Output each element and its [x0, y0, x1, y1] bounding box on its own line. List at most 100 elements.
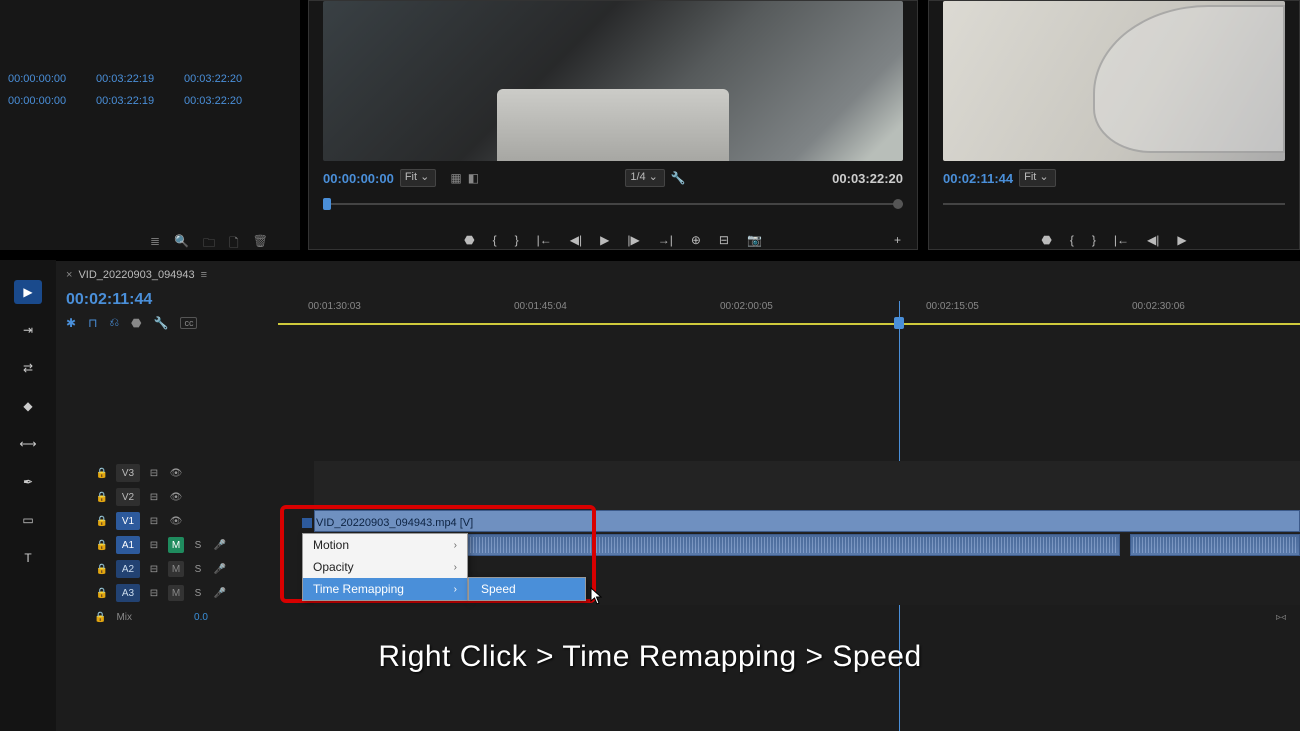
mute-button[interactable]: M — [168, 585, 184, 601]
toggle-output-icon[interactable]: ⊟ — [146, 564, 162, 575]
menu-time-remapping[interactable]: Time Remapping› — [303, 578, 467, 600]
source-scrubber[interactable] — [323, 195, 903, 213]
solo-button[interactable]: S — [190, 588, 206, 599]
toggle-output-icon[interactable]: ⊟ — [146, 540, 162, 551]
menu-icon[interactable]: ≡ — [201, 269, 207, 281]
sequence-tab[interactable]: × VID_20220903_094943 ≡ — [66, 269, 207, 281]
search-icon[interactable]: 🔍 — [174, 234, 189, 255]
program-media-view[interactable] — [943, 1, 1285, 161]
submenu-speed[interactable]: Speed — [469, 578, 585, 600]
play-button[interactable]: ▶ — [1177, 233, 1186, 247]
go-to-in-button[interactable]: |← — [537, 233, 552, 247]
source-monitor: 00:00:00:00 Fit ⌄ ▦ ◧ 1/4 ⌄ 🔧 00:03:22:2… — [308, 0, 918, 250]
table-row[interactable]: 00:00:00:00 00:03:22:19 00:03:22:20 — [0, 90, 264, 112]
mute-button[interactable]: M — [168, 537, 184, 553]
track-label[interactable]: V1 — [116, 512, 140, 530]
razor-tool[interactable]: ◆ — [14, 394, 42, 418]
source-playhead[interactable] — [323, 198, 331, 210]
eye-icon[interactable]: 👁 — [168, 492, 184, 503]
lock-icon[interactable]: 🔒 — [94, 492, 110, 503]
go-to-in-button[interactable]: |← — [1114, 233, 1129, 247]
nest-icon[interactable]: ✱ — [66, 316, 76, 330]
eye-icon[interactable]: 👁 — [168, 516, 184, 527]
lock-icon[interactable]: 🔒 — [94, 612, 106, 623]
chevron-right-icon: › — [454, 540, 457, 551]
voice-icon[interactable]: 🎤 — [212, 564, 228, 575]
mark-out-button[interactable]: } — [515, 233, 519, 247]
lock-icon[interactable]: 🔒 — [94, 540, 110, 551]
export-frame-button[interactable]: 📷 — [747, 233, 762, 247]
voice-icon[interactable]: 🎤 — [212, 540, 228, 551]
type-tool[interactable]: T — [14, 546, 42, 570]
add-button[interactable]: + — [894, 233, 901, 247]
link-icon[interactable]: ⎌ — [109, 315, 119, 330]
lock-icon[interactable]: 🔒 — [94, 564, 110, 575]
program-scrubber[interactable] — [943, 195, 1285, 213]
track-label[interactable]: A1 — [116, 536, 140, 554]
marker-icon[interactable]: ⬣ — [131, 316, 141, 330]
mix-value[interactable]: 0.0 — [194, 612, 208, 623]
lock-icon[interactable]: 🔒 — [94, 588, 110, 599]
toggle-output-icon[interactable]: ⊟ — [146, 588, 162, 599]
audio-clip[interactable] — [1130, 534, 1300, 556]
solo-button[interactable]: S — [190, 564, 206, 575]
play-button[interactable]: ▶ — [600, 233, 609, 247]
toggle-output-icon[interactable]: ⊟ — [146, 516, 162, 527]
list-view-icon[interactable]: ≣ — [150, 234, 160, 255]
hand-tool[interactable]: ▭ — [14, 508, 42, 532]
solo-button[interactable]: S — [190, 540, 206, 551]
program-fit-select[interactable]: Fit ⌄ — [1019, 169, 1056, 187]
snap-icon[interactable]: ⊓ — [88, 316, 97, 330]
source-media-view[interactable] — [323, 1, 903, 161]
voice-icon[interactable]: 🎤 — [212, 588, 228, 599]
timeline-timecode[interactable]: 00:02:11:44 — [66, 291, 152, 309]
trash-icon[interactable]: 🗑 — [253, 234, 268, 255]
menu-motion[interactable]: Motion› — [303, 534, 467, 556]
menu-opacity[interactable]: Opacity› — [303, 556, 467, 578]
cc-icon[interactable]: cc — [180, 317, 197, 329]
safe-margins-icon[interactable]: ▦ — [450, 171, 461, 185]
table-row[interactable]: 00:00:00:00 00:03:22:19 00:03:22:20 — [0, 68, 264, 90]
settings-icon[interactable]: ◧ — [468, 171, 479, 185]
source-fit-select[interactable]: Fit ⌄ — [400, 169, 437, 187]
lock-icon[interactable]: 🔒 — [94, 468, 110, 479]
new-item-icon[interactable]: 🗋 — [229, 234, 239, 255]
overwrite-button[interactable]: ⊟ — [719, 233, 729, 247]
step-back-button[interactable]: ◀| — [1147, 233, 1159, 247]
mute-button[interactable]: M — [168, 561, 184, 577]
settings-icon[interactable]: 🔧 — [154, 316, 169, 330]
toggle-output-icon[interactable]: ⊟ — [146, 492, 162, 503]
ripple-edit-tool[interactable]: ⇄ — [14, 356, 42, 380]
track-label[interactable]: A3 — [116, 584, 140, 602]
time-ruler[interactable]: 00:01:30:03 00:01:45:04 00:02:00:05 00:0… — [278, 301, 1300, 327]
go-to-out-button[interactable]: →| — [658, 233, 673, 247]
step-back-button[interactable]: ◀| — [570, 233, 582, 247]
selection-tool[interactable]: ▶ — [14, 280, 42, 304]
source-timecode[interactable]: 00:00:00:00 — [323, 171, 394, 186]
mark-out-button[interactable]: } — [1092, 233, 1096, 247]
slip-tool[interactable]: ⟷ — [14, 432, 42, 456]
track-label[interactable]: V3 — [116, 464, 140, 482]
close-icon[interactable]: × — [66, 269, 72, 281]
track-label[interactable]: V2 — [116, 488, 140, 506]
eye-icon[interactable]: 👁 — [168, 468, 184, 479]
folder-icon[interactable]: 🗀 — [203, 234, 215, 255]
snap-to-icon[interactable]: ▹◃ — [1276, 612, 1286, 623]
insert-button[interactable]: ⊕ — [691, 233, 701, 247]
program-timecode[interactable]: 00:02:11:44 — [943, 171, 1013, 186]
marker-icon[interactable]: ⬣ — [464, 233, 474, 247]
track-select-tool[interactable]: ⇥ — [14, 318, 42, 342]
pen-tool[interactable]: ✒ — [14, 470, 42, 494]
toggle-output-icon[interactable]: ⊟ — [146, 468, 162, 479]
playhead-handle[interactable] — [894, 317, 904, 329]
mark-in-button[interactable]: { — [1070, 233, 1074, 247]
mark-in-button[interactable]: { — [493, 233, 497, 247]
track-label[interactable]: A2 — [116, 560, 140, 578]
lock-icon[interactable]: 🔒 — [94, 516, 110, 527]
source-zoom-select[interactable]: 1/4 ⌄ — [625, 169, 665, 187]
track-lane[interactable] — [314, 461, 1300, 485]
step-forward-button[interactable]: |▶ — [627, 233, 639, 247]
program-info-bar: 00:02:11:44 Fit ⌄ — [943, 167, 1285, 189]
marker-icon[interactable]: ⬣ — [1041, 233, 1051, 247]
wrench-icon[interactable]: 🔧 — [671, 171, 686, 185]
